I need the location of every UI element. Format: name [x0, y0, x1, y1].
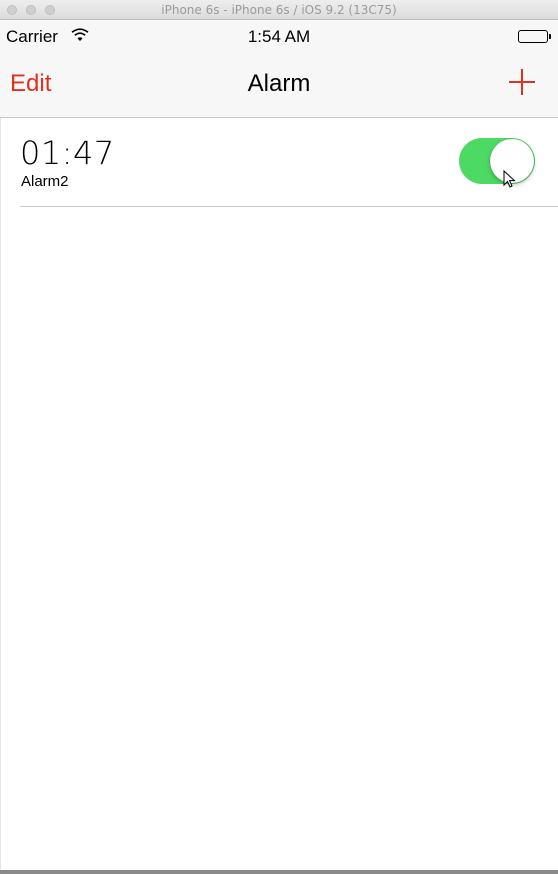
window-edge: [0, 118, 1, 870]
plus-icon[interactable]: [508, 68, 536, 96]
page-title: Alarm: [247, 70, 311, 97]
navigation-bar: Edit Alarm: [0, 52, 558, 118]
status-bar: Carrier 1:54 AM: [0, 20, 558, 52]
alarm-row[interactable]: 01:47 Alarm2: [0, 118, 558, 207]
mouse-cursor-icon: [503, 170, 516, 188]
alarm-list: 01:47 Alarm2: [0, 118, 558, 870]
row-separator: [20, 206, 558, 207]
status-time: 1:54 AM: [247, 27, 311, 46]
alarm-label: Alarm2: [21, 173, 69, 190]
window-title: iPhone 6s - iPhone 6s / iOS 9.2 (13C75): [161, 3, 397, 17]
alarm-time: 01:47: [20, 134, 115, 172]
window-bottom-border: [0, 870, 558, 874]
battery-icon: [518, 30, 551, 43]
alarm-toggle[interactable]: [459, 138, 535, 184]
simulator-titlebar: iPhone 6s - iPhone 6s / iOS 9.2 (13C75): [0, 0, 558, 20]
